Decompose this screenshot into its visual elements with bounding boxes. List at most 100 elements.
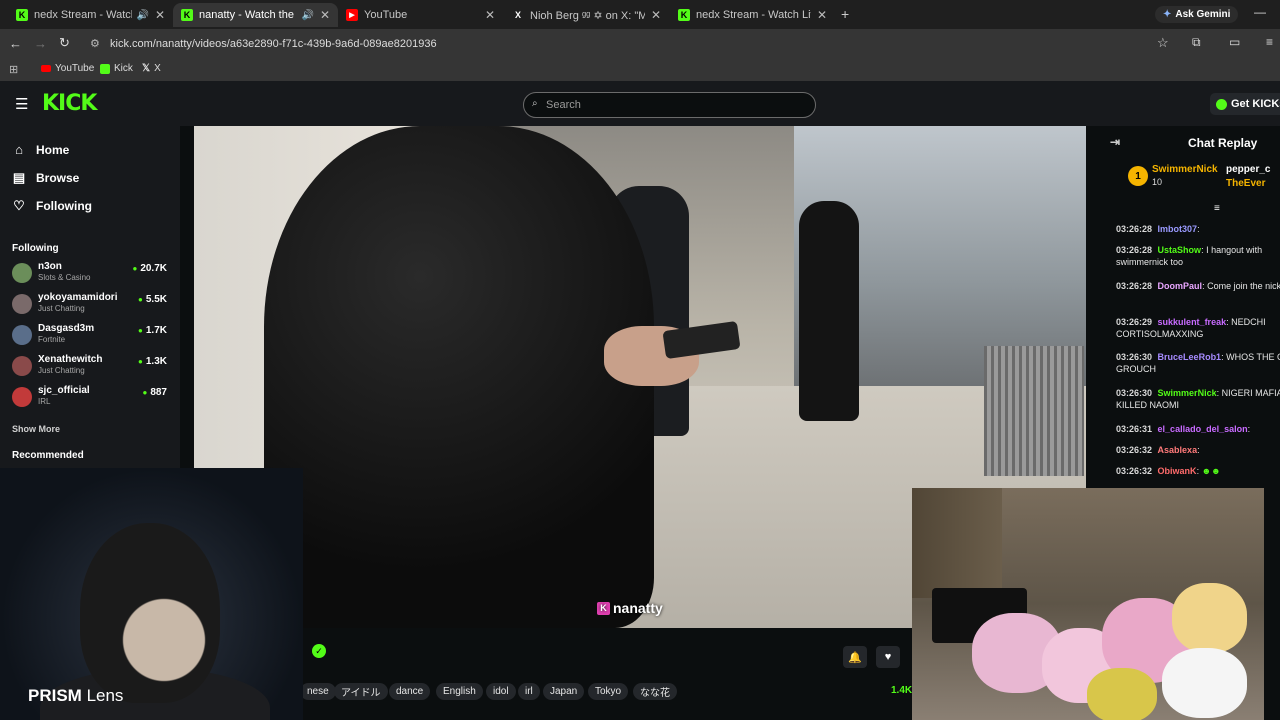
site-info-icon[interactable]: ⚙ xyxy=(90,37,100,50)
youtube-favicon-icon: ▶ xyxy=(346,9,358,21)
chat-username[interactable]: Imbot307 xyxy=(1158,224,1198,234)
browser-tab[interactable]: X Nioh Berg ᵍᵍ ✡ on X: "Mojtaba ✕ xyxy=(504,3,669,27)
search-input[interactable]: ⌕ Search xyxy=(523,92,816,118)
menu-icon[interactable]: ≡ xyxy=(1266,35,1273,49)
top-gifter-name[interactable]: pepper_c xyxy=(1226,164,1270,175)
tag-chip[interactable]: Japan xyxy=(543,683,585,700)
avatar xyxy=(12,294,32,314)
channel-category: IRL xyxy=(38,397,51,406)
close-icon[interactable]: ✕ xyxy=(485,8,495,22)
new-tab-button[interactable]: + xyxy=(841,6,849,22)
top-gifter-name[interactable]: SwimmerNick xyxy=(1152,164,1218,175)
reload-icon[interactable]: ↻ xyxy=(59,35,70,51)
browser-tab[interactable]: K nedx Stream - Watch Live on Ki ✕ xyxy=(670,3,835,27)
bookmark-youtube[interactable]: YouTube xyxy=(41,63,94,74)
chat-title: Chat Replay xyxy=(1188,136,1258,150)
filter-icon[interactable]: ≡ xyxy=(1214,203,1220,214)
bookmark-x[interactable]: 𝕏 X xyxy=(142,63,161,74)
close-icon[interactable]: ✕ xyxy=(651,8,661,22)
sidepanel-icon[interactable]: ▭ xyxy=(1229,35,1240,49)
prism-lens-watermark: PRISM Lens xyxy=(28,686,123,706)
sidebar-item-following[interactable]: ♡ Following xyxy=(12,198,92,214)
extensions-icon[interactable]: ⧉ xyxy=(1192,35,1201,50)
x-favicon-icon: X xyxy=(514,10,521,20)
chat-username[interactable]: el_callado_del_salon xyxy=(1158,424,1248,434)
address-bar[interactable]: ⚙ kick.com/nanatty/videos/a63e2890-f71c-… xyxy=(84,33,1184,55)
tag-chip[interactable]: English xyxy=(436,683,483,700)
chat-username[interactable]: BruceLeeRob1 xyxy=(1158,352,1222,362)
kick-top-nav: ☰ KICK ⌕ Search Get KICKs xyxy=(0,81,1280,126)
tag-chip[interactable]: dance xyxy=(389,683,431,700)
followed-channel[interactable]: Xenathewitch Just Chatting 1.3K xyxy=(12,352,172,380)
chat-username[interactable]: sukkulent_freak xyxy=(1158,317,1227,327)
hamburger-menu-icon[interactable]: ☰ xyxy=(15,95,28,113)
cam-scene-bag xyxy=(1162,648,1247,718)
get-kicks-button[interactable]: Get KICKs xyxy=(1210,93,1280,115)
streamer-webcam-overlay: PRISM Lens xyxy=(0,468,303,720)
browser-tab[interactable]: ▶ YouTube ✕ xyxy=(338,3,503,27)
close-icon[interactable]: ✕ xyxy=(817,8,827,22)
channel-name: n3on xyxy=(38,261,62,272)
top-gifter-name[interactable]: TheEver xyxy=(1226,178,1265,189)
notification-bell-button[interactable]: 🔔 xyxy=(843,646,867,668)
tag-chip[interactable]: Tokyo xyxy=(588,683,629,700)
close-icon[interactable]: ✕ xyxy=(320,8,330,22)
browser-tab-active[interactable]: K nanatty - Watch the VOD o 🔊 ✕ xyxy=(173,3,338,27)
chat-username[interactable]: UstaShow xyxy=(1158,245,1202,255)
viewer-count: 887 xyxy=(142,387,167,398)
sidebar-item-home[interactable]: ⌂ Home xyxy=(12,142,69,157)
back-arrow-icon[interactable]: ← xyxy=(9,36,22,51)
viewer-count: 20.7K xyxy=(132,263,167,274)
sidebar-item-label: Following xyxy=(36,199,92,213)
bookmark-kick[interactable]: Kick xyxy=(100,63,133,74)
speaker-icon[interactable]: 🔊 xyxy=(136,10,148,21)
minimize-button[interactable]: — xyxy=(1254,5,1266,19)
tag-chip[interactable]: irl xyxy=(518,683,540,700)
chat-username[interactable]: SwimmerNick xyxy=(1158,388,1217,398)
tab-title: nedx Stream - Watch Live on Ki xyxy=(696,9,811,21)
tag-chip[interactable]: nese xyxy=(300,683,336,700)
chat-message: 03:26:32 Asablexa: xyxy=(1116,445,1200,455)
followed-channel[interactable]: n3on Slots & Casino 20.7K xyxy=(12,259,172,287)
sidebar-item-browse[interactable]: ▤ Browse xyxy=(12,170,80,186)
recommended-section-title: Recommended xyxy=(12,450,84,461)
apps-grid-icon[interactable]: ⊞ xyxy=(9,63,18,76)
followed-channel[interactable]: sjc_official IRL 887 xyxy=(12,383,172,411)
ask-gemini-button[interactable]: ✦ Ask Gemini xyxy=(1155,6,1239,23)
kick-favicon-icon: K xyxy=(16,9,28,21)
bookmark-star-icon[interactable]: ☆ xyxy=(1157,35,1169,51)
browser-tab[interactable]: K nedx Stream - Watch Live o 🔊 ✕ xyxy=(8,3,173,27)
ask-gemini-label: Ask Gemini xyxy=(1175,9,1231,20)
webcam-person-head xyxy=(80,523,220,703)
tag-chip[interactable]: アイドル xyxy=(334,683,388,700)
search-icon: ⌕ xyxy=(532,98,538,109)
chat-username[interactable]: DoomPaul xyxy=(1158,281,1203,291)
chat-username[interactable]: Asablexa xyxy=(1158,445,1198,455)
heart-icon: ♡ xyxy=(13,198,25,213)
prism-label: PRISM xyxy=(28,686,82,705)
x-icon: 𝕏 xyxy=(142,63,151,74)
chat-message: 03:26:28 Imbot307: xyxy=(1116,224,1200,234)
speaker-icon[interactable]: 🔊 xyxy=(301,10,313,21)
verified-badge-icon: ✓ xyxy=(312,644,326,658)
followed-channel[interactable]: Dasgasd3m Fortnite 1.7K xyxy=(12,321,172,349)
chat-username[interactable]: ObiwanK xyxy=(1158,466,1197,476)
bookmark-label: YouTube xyxy=(55,63,95,74)
gemini-sparkle-icon: ✦ xyxy=(1163,9,1172,20)
tag-chip[interactable]: idol xyxy=(486,683,516,700)
followed-channel[interactable]: yokoyamamidori Just Chatting 5.5K xyxy=(12,290,172,318)
tag-chip[interactable]: なな花 xyxy=(633,683,677,700)
video-scene-basket xyxy=(984,346,1084,476)
collapse-chat-icon[interactable]: ⇥ xyxy=(1110,135,1120,149)
sidebar-item-label: Home xyxy=(36,142,70,157)
forward-arrow-icon[interactable]: → xyxy=(34,36,47,51)
url-text: kick.com/nanatty/videos/a63e2890-f71c-43… xyxy=(110,38,437,50)
sidebar-item-label: Browse xyxy=(36,171,80,185)
bookmark-label: Kick xyxy=(114,63,133,74)
kick-logo[interactable]: KICK xyxy=(42,91,97,116)
video-scene-pedestrian xyxy=(799,201,859,421)
show-more-link[interactable]: Show More xyxy=(12,424,60,434)
follow-heart-button[interactable]: ♥ xyxy=(876,646,900,668)
close-icon[interactable]: ✕ xyxy=(155,8,165,22)
video-scene-person xyxy=(264,126,654,628)
